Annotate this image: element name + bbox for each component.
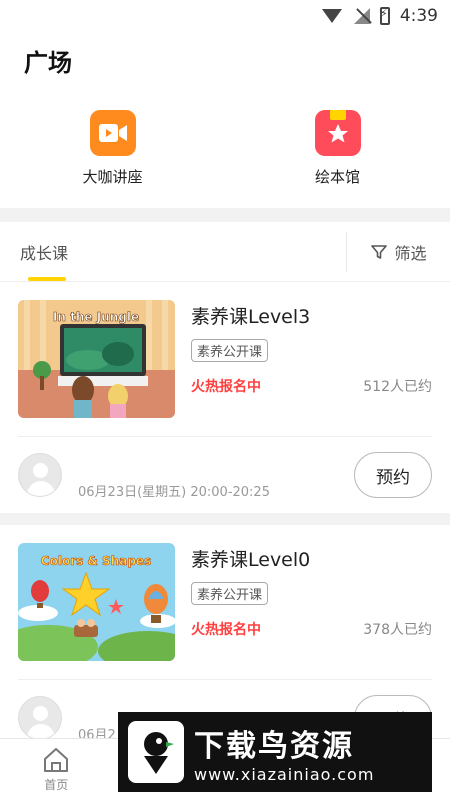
tab-growth-course[interactable]: 成长课 xyxy=(0,222,68,281)
thumb-title: In the Jungle xyxy=(53,310,139,324)
nav-home[interactable]: 首页 xyxy=(0,739,113,800)
watermark-banner: 下载鸟资源 www.xiazainiao.com xyxy=(118,712,432,792)
wifi-icon xyxy=(321,9,342,23)
tab-underline xyxy=(28,277,66,281)
home-icon xyxy=(44,748,69,772)
course-tabbar: 成长课 筛选 xyxy=(0,222,450,282)
signal-icon xyxy=(352,8,370,24)
thumb-title: Colors & Shapes xyxy=(41,554,151,568)
battery-icon xyxy=(379,7,390,25)
status-bar: 4:39 xyxy=(0,0,450,32)
card-divider xyxy=(0,513,450,525)
bird-logo-icon xyxy=(128,721,184,783)
feature-entries: 大咖讲座 绘本馆 xyxy=(0,88,450,208)
course-tag: 素养公开课 xyxy=(191,339,269,362)
filter-funnel-icon xyxy=(371,244,388,259)
page-title: 广场 xyxy=(24,48,72,77)
course-title: 素养课Level0 xyxy=(191,549,311,571)
booked-count: 378人已约 xyxy=(363,622,432,638)
entry-lecture-label: 大咖讲座 xyxy=(82,167,143,186)
teacher-avatar xyxy=(18,696,62,740)
watermark-url: www.xiazainiao.com xyxy=(194,764,375,784)
entry-lecture[interactable]: 大咖讲座 xyxy=(0,88,225,208)
course-thumbnail: Colors & Shapes xyxy=(18,543,175,661)
filter-label: 筛选 xyxy=(394,243,427,263)
course-thumbnail: In the Jungle xyxy=(18,300,175,418)
video-camera-icon xyxy=(89,109,136,156)
enrollment-status: 火热报名中 xyxy=(191,622,261,638)
filter-button[interactable]: 筛选 xyxy=(346,231,450,272)
nav-home-label: 首页 xyxy=(44,778,69,792)
star-book-icon xyxy=(314,109,361,156)
booked-count: 512人已约 xyxy=(363,379,432,395)
status-time: 4:39 xyxy=(399,6,438,26)
section-divider xyxy=(0,208,450,222)
reserve-button[interactable]: 预约 xyxy=(354,452,432,498)
teacher-avatar xyxy=(18,453,62,497)
course-title: 素养课Level3 xyxy=(191,306,311,328)
course-card[interactable]: In the Jungle 素养课Level3 素养公开课 火热报名中 512人… xyxy=(0,282,450,513)
entry-picture-books[interactable]: 绘本馆 xyxy=(225,88,450,208)
watermark-title: 下载鸟资源 xyxy=(194,728,354,764)
enrollment-status: 火热报名中 xyxy=(191,379,261,395)
course-tag: 素养公开课 xyxy=(191,582,269,605)
course-schedule: 06月23日(星期五) 20:00-20:25 xyxy=(78,484,270,500)
tab-growth-course-label: 成长课 xyxy=(20,243,69,263)
app-screen: 4:39 广场 大咖讲座 绘本馆 xyxy=(0,0,450,800)
entry-picture-books-label: 绘本馆 xyxy=(314,167,360,186)
